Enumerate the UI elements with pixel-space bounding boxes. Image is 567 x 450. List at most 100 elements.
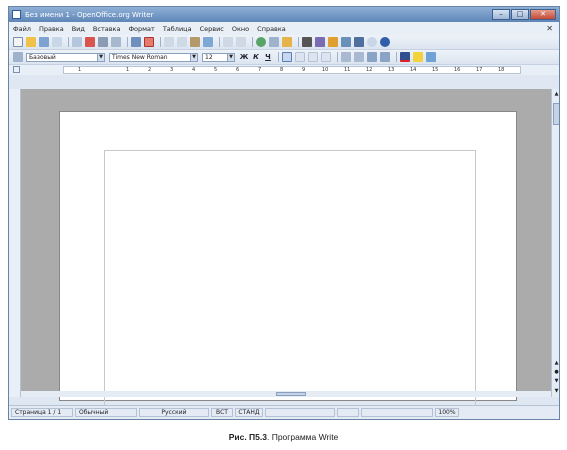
ruler-label: 5 <box>214 67 218 73</box>
bold-button[interactable]: Ж <box>239 53 249 61</box>
toolbar-separator <box>298 37 299 47</box>
maximize-button[interactable]: □ <box>511 9 529 20</box>
background-color-icon[interactable] <box>426 52 436 62</box>
open-folder-icon[interactable] <box>26 37 36 47</box>
menu-tools[interactable]: Сервис <box>200 25 224 33</box>
document-page[interactable] <box>59 111 517 410</box>
print-icon[interactable] <box>98 37 108 47</box>
cut-icon[interactable] <box>164 37 174 47</box>
next-page-icon[interactable]: ▼ <box>553 378 559 385</box>
edit-file-icon[interactable] <box>72 37 82 47</box>
formatting-toolbar: Базовый ▼ Times New Roman ▼ 12 ▼ Ж К Ч <box>9 50 559 65</box>
hyperlink-icon[interactable] <box>256 37 266 47</box>
zoom-slider[interactable] <box>361 408 433 417</box>
decrease-indent-icon[interactable] <box>367 52 377 62</box>
text-boundary[interactable] <box>104 150 476 410</box>
insert-mode[interactable]: ВСТ <box>211 408 233 417</box>
chevron-down-icon[interactable]: ▼ <box>227 52 235 62</box>
help-icon[interactable] <box>380 37 390 47</box>
vertical-scrollbar[interactable]: ▲ ▲ ● ▼ ▼ <box>551 89 559 397</box>
align-center-icon[interactable] <box>295 52 305 62</box>
clone-formatting-icon[interactable] <box>203 37 213 47</box>
menu-view[interactable]: Вид <box>72 25 85 33</box>
undo-icon[interactable] <box>223 37 233 47</box>
navigator-icon[interactable] <box>315 37 325 47</box>
font-name-select[interactable]: Times New Roman <box>109 52 191 62</box>
figure-caption: Рис. П5.3. Программа Write <box>0 432 567 442</box>
status-bar: Страница 1 / 1 Обычный Русский ВСТ СТАНД… <box>9 405 559 419</box>
chevron-down-icon[interactable]: ▼ <box>97 52 105 62</box>
menu-help[interactable]: Справка <box>257 25 286 33</box>
table-icon[interactable] <box>269 37 279 47</box>
export-pdf-icon[interactable] <box>85 37 95 47</box>
menu-edit[interactable]: Правка <box>39 25 64 33</box>
increase-indent-icon[interactable] <box>380 52 390 62</box>
ruler-label: 11 <box>344 67 351 73</box>
numbering-icon[interactable] <box>341 52 351 62</box>
caption-label: Рис. П5.3 <box>228 432 267 442</box>
italic-button[interactable]: К <box>251 53 261 61</box>
horizontal-ruler[interactable]: 1 1 2 3 4 5 6 7 8 9 10 11 12 13 14 15 16… <box>63 66 521 74</box>
close-document-icon[interactable]: ✕ <box>546 24 553 33</box>
autospellcheck-icon[interactable] <box>144 37 154 47</box>
save-icon[interactable] <box>39 37 49 47</box>
tab-type-icon[interactable] <box>13 66 20 73</box>
menu-window[interactable]: Окно <box>232 25 249 33</box>
font-name-value: Times New Roman <box>112 53 168 61</box>
bullets-icon[interactable] <box>354 52 364 62</box>
minimize-button[interactable]: – <box>492 9 510 20</box>
underline-button[interactable]: Ч <box>263 53 273 61</box>
zoom-level[interactable]: 100% <box>435 408 459 417</box>
ruler-label: 15 <box>432 67 439 73</box>
horizontal-scrollbar[interactable] <box>21 391 551 397</box>
language-indicator[interactable]: Русский <box>139 408 209 417</box>
ruler-label: 7 <box>258 67 262 73</box>
styles-formatting-icon[interactable] <box>13 52 23 62</box>
print-preview-icon[interactable] <box>111 37 121 47</box>
nonprinting-characters-icon[interactable] <box>354 37 364 47</box>
chevron-down-icon[interactable]: ▼ <box>190 52 198 62</box>
view-layout-icon[interactable] <box>337 408 359 417</box>
data-sources-icon[interactable] <box>341 37 351 47</box>
title-bar[interactable]: Без имени 1 - OpenOffice.org Writer – □ … <box>9 7 559 22</box>
scroll-down-icon[interactable]: ▼ <box>553 388 559 395</box>
show-draw-functions-icon[interactable] <box>282 37 292 47</box>
spellcheck-icon[interactable] <box>131 37 141 47</box>
copy-icon[interactable] <box>177 37 187 47</box>
highlighting-icon[interactable] <box>413 52 423 62</box>
menu-table[interactable]: Таблица <box>163 25 192 33</box>
zoom-icon[interactable] <box>367 37 377 47</box>
ruler-label: 17 <box>476 67 483 73</box>
ruler-label: 6 <box>236 67 240 73</box>
find-replace-icon[interactable] <box>302 37 312 47</box>
menu-insert[interactable]: Вставка <box>93 25 121 33</box>
toolbar-separator <box>160 37 161 47</box>
menu-file[interactable]: Файл <box>13 25 31 33</box>
new-document-icon[interactable] <box>13 37 23 47</box>
paragraph-style-select[interactable]: Базовый <box>26 52 98 62</box>
email-icon[interactable] <box>52 37 62 47</box>
justify-icon[interactable] <box>321 52 331 62</box>
page-indicator[interactable]: Страница 1 / 1 <box>11 408 73 417</box>
caption-text: . Программа Write <box>266 432 339 442</box>
ruler-label: 14 <box>410 67 417 73</box>
menu-format[interactable]: Формат <box>128 25 154 33</box>
previous-page-icon[interactable]: ▲ <box>553 360 559 367</box>
font-size-select[interactable]: 12 <box>202 52 228 62</box>
close-button[interactable]: ✕ <box>530 9 556 20</box>
redo-icon[interactable] <box>236 37 246 47</box>
align-left-icon[interactable] <box>282 52 292 62</box>
scroll-up-icon[interactable]: ▲ <box>553 91 559 98</box>
paste-icon[interactable] <box>190 37 200 47</box>
font-color-icon[interactable] <box>400 52 410 62</box>
horizontal-ruler-row: 1 1 2 3 4 5 6 7 8 9 10 11 12 13 14 15 16… <box>9 65 559 75</box>
window-title: Без имени 1 - OpenOffice.org Writer <box>25 10 154 19</box>
vertical-scroll-thumb[interactable] <box>553 103 559 125</box>
align-right-icon[interactable] <box>308 52 318 62</box>
navigation-icon[interactable]: ● <box>553 369 559 376</box>
gallery-icon[interactable] <box>328 37 338 47</box>
horizontal-scroll-thumb[interactable] <box>276 392 306 396</box>
selection-mode[interactable]: СТАНД <box>235 408 263 417</box>
page-style[interactable]: Обычный <box>75 408 137 417</box>
vertical-ruler[interactable] <box>9 89 21 397</box>
